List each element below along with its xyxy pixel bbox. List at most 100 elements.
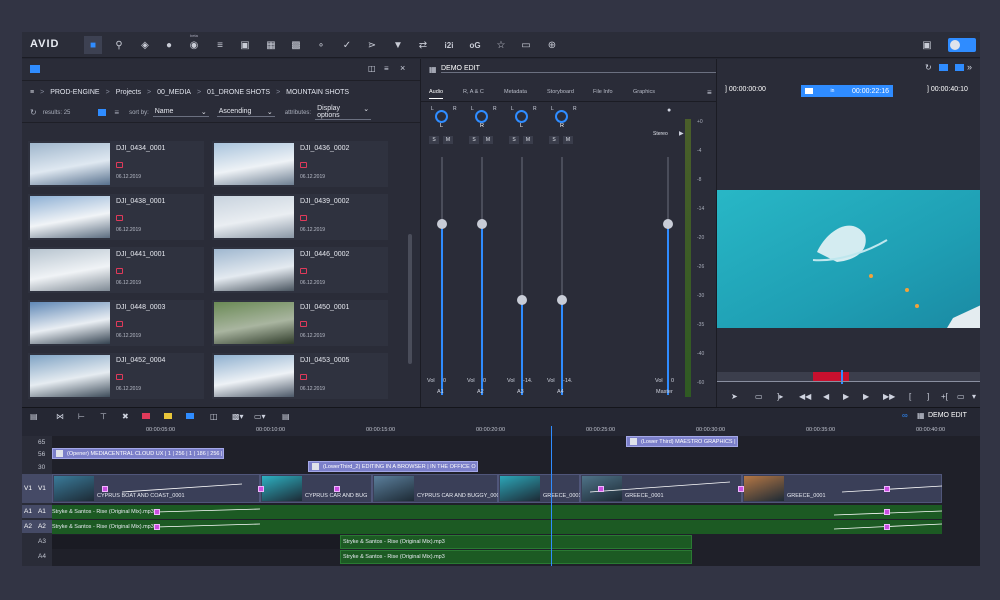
frame-forward-icon[interactable]: ▶ (863, 392, 869, 401)
track-header[interactable]: V1 V1 (22, 474, 52, 503)
grid-view-icon[interactable] (98, 109, 107, 116)
clip-item[interactable]: DJI_0450_0001 06.12.2019 (212, 300, 388, 346)
keyframe-marker[interactable] (598, 486, 604, 492)
title-clip[interactable]: (LowerThird_2) EDITING IN A BROWSER | IN… (308, 461, 478, 472)
i2i-icon[interactable]: i2i (440, 36, 458, 54)
mark-in-button[interactable]: [ (909, 392, 911, 401)
fader-handle[interactable] (557, 294, 567, 305)
refresh-icon[interactable]: ↻ (30, 108, 37, 117)
mute-button[interactable]: M (483, 136, 493, 144)
breadcrumb-item[interactable]: 01_DRONE SHOTS (207, 89, 270, 96)
keyframe-marker[interactable] (884, 486, 890, 492)
extract-icon[interactable]: ▭ (957, 392, 965, 401)
close-icon[interactable]: × (400, 63, 405, 73)
clip-item[interactable]: DJI_0453_0005 06.12.2019 (212, 353, 388, 399)
frame-back-icon[interactable]: ◀ (823, 392, 829, 401)
breadcrumb-item[interactable]: MOUNTAIN SHOTS (286, 89, 349, 96)
tab-storyboard[interactable]: Storyboard (547, 89, 574, 95)
share-icon[interactable]: ∘ (312, 36, 330, 54)
play-icon[interactable]: ▶ (843, 392, 849, 401)
keyframe-marker[interactable] (154, 524, 160, 530)
breadcrumb-item[interactable]: PROD-ENGINE (50, 89, 99, 96)
monitor-icon[interactable]: ▭▾ (254, 412, 266, 421)
pan-knob[interactable] (555, 110, 568, 123)
track-label[interactable]: A4 (38, 553, 46, 560)
keyframe-marker[interactable] (154, 509, 160, 515)
refresh-icon[interactable]: ↻ (925, 63, 932, 72)
keyframe-marker[interactable] (334, 486, 340, 492)
expand-icon[interactable]: » (967, 62, 972, 72)
check-icon[interactable]: ✓ (338, 36, 356, 54)
clip-item[interactable]: DJI_0438_0001 06.12.2019 (28, 194, 204, 240)
folder-icon[interactable]: ■ (84, 36, 102, 54)
panel-icon[interactable]: ◫ (368, 64, 376, 73)
step-back-icon[interactable]: ◀◀ (799, 392, 811, 401)
master-fader-handle[interactable] (663, 218, 673, 229)
mark-in-icon[interactable]: ]▸ (777, 392, 783, 401)
playlist-icon[interactable]: ▣ (236, 36, 254, 54)
clip-item[interactable]: DJI_0452_0004 06.12.2019 (28, 353, 204, 399)
fader-handle[interactable] (437, 218, 447, 229)
clear-marks-icon[interactable]: +[ (941, 392, 948, 401)
keyframe-marker[interactable] (884, 509, 890, 515)
clip-item[interactable]: DJI_0439_0002 06.12.2019 (212, 194, 388, 240)
transfer-icon[interactable]: ⇄ (414, 36, 432, 54)
timeline-ruler[interactable]: 00:00:05:00 00:00:10:00 00:00:15:00 00:00:2… (22, 426, 980, 436)
solo-button[interactable]: S (509, 136, 519, 144)
mute-button[interactable]: M (523, 136, 533, 144)
grid-icon[interactable]: ▩ (287, 36, 305, 54)
title-clip[interactable]: (Opener) MEDIACENTRAL CLOUD UX | 1 | 256… (52, 448, 224, 459)
tab-rac[interactable]: R, A & C (463, 89, 484, 95)
trophy-icon[interactable]: ☆ (492, 36, 510, 54)
user-avatar[interactable] (948, 38, 976, 52)
marker-icon[interactable]: ➤ (731, 392, 738, 401)
keyframe-marker[interactable] (258, 486, 264, 492)
fader-handle[interactable] (517, 294, 527, 305)
menu-icon[interactable]: ≡ (707, 88, 712, 97)
layout-icon[interactable] (939, 64, 948, 71)
clip-item[interactable]: DJI_0434_0001 06.12.2019 (28, 141, 204, 187)
source-icon[interactable]: ▭ (755, 392, 763, 401)
track-select-icon[interactable]: ▤ (30, 412, 38, 421)
network-icon[interactable]: ⋗ (363, 36, 381, 54)
mute-button[interactable]: M (563, 136, 573, 144)
tab-metadata[interactable]: Metadata (504, 89, 527, 95)
display-options-select[interactable]: Display options ⌄ (315, 105, 372, 120)
monitor-icon[interactable]: ▭ (517, 36, 535, 54)
pan-knob[interactable] (515, 110, 528, 123)
clip-item[interactable]: DJI_0436_0002 06.12.2019 (212, 141, 388, 187)
red-marker-icon[interactable] (142, 413, 150, 419)
track-label[interactable]: 56 (38, 451, 45, 458)
user-icon[interactable]: ● (160, 36, 178, 54)
rundown-icon[interactable]: ≡ (211, 36, 229, 54)
solo-button[interactable]: S (429, 136, 439, 144)
breadcrumb-item[interactable]: Projects (116, 89, 141, 96)
clip-item[interactable]: DJI_0446_0002 06.12.2019 (212, 247, 388, 293)
list-view-icon[interactable]: ≡ (114, 108, 119, 117)
trim-icon[interactable]: ⋈ (56, 412, 64, 421)
solo-button[interactable]: S (469, 136, 479, 144)
timecode-duration[interactable]: in 00:00:22:16 (801, 85, 893, 97)
og-icon[interactable]: oG (466, 36, 484, 54)
track-label[interactable]: 30 (38, 464, 45, 471)
save-icon[interactable]: ▩▾ (232, 412, 244, 421)
playhead[interactable] (551, 426, 552, 566)
track-label[interactable]: A3 (38, 538, 46, 545)
search-icon[interactable]: ⚲ (110, 36, 128, 54)
solo-button[interactable]: S (549, 136, 559, 144)
clip-item[interactable]: DJI_0441_0001 06.12.2019 (28, 247, 204, 293)
breadcrumb-item[interactable]: 00_MEDIA (157, 89, 191, 96)
track-header[interactable]: A1 A1 (22, 505, 52, 518)
fader-handle[interactable] (477, 218, 487, 229)
keyframe-marker[interactable] (738, 486, 744, 492)
track-header[interactable]: A2 A2 (22, 520, 52, 533)
clip-item[interactable]: DJI_0448_0003 06.12.2019 (28, 300, 204, 346)
folder-icon[interactable] (30, 65, 40, 73)
track-label[interactable]: 65 (38, 439, 45, 446)
tab-audio[interactable]: Audio (429, 89, 444, 99)
sort-field-select[interactable]: Name ⌄ (152, 108, 209, 117)
tab-file-info[interactable]: File Info (593, 89, 613, 95)
ingest-icon[interactable]: ▼ (389, 36, 407, 54)
scrollbar[interactable] (408, 234, 412, 364)
chat-icon[interactable]: beta ◉ (185, 33, 203, 54)
